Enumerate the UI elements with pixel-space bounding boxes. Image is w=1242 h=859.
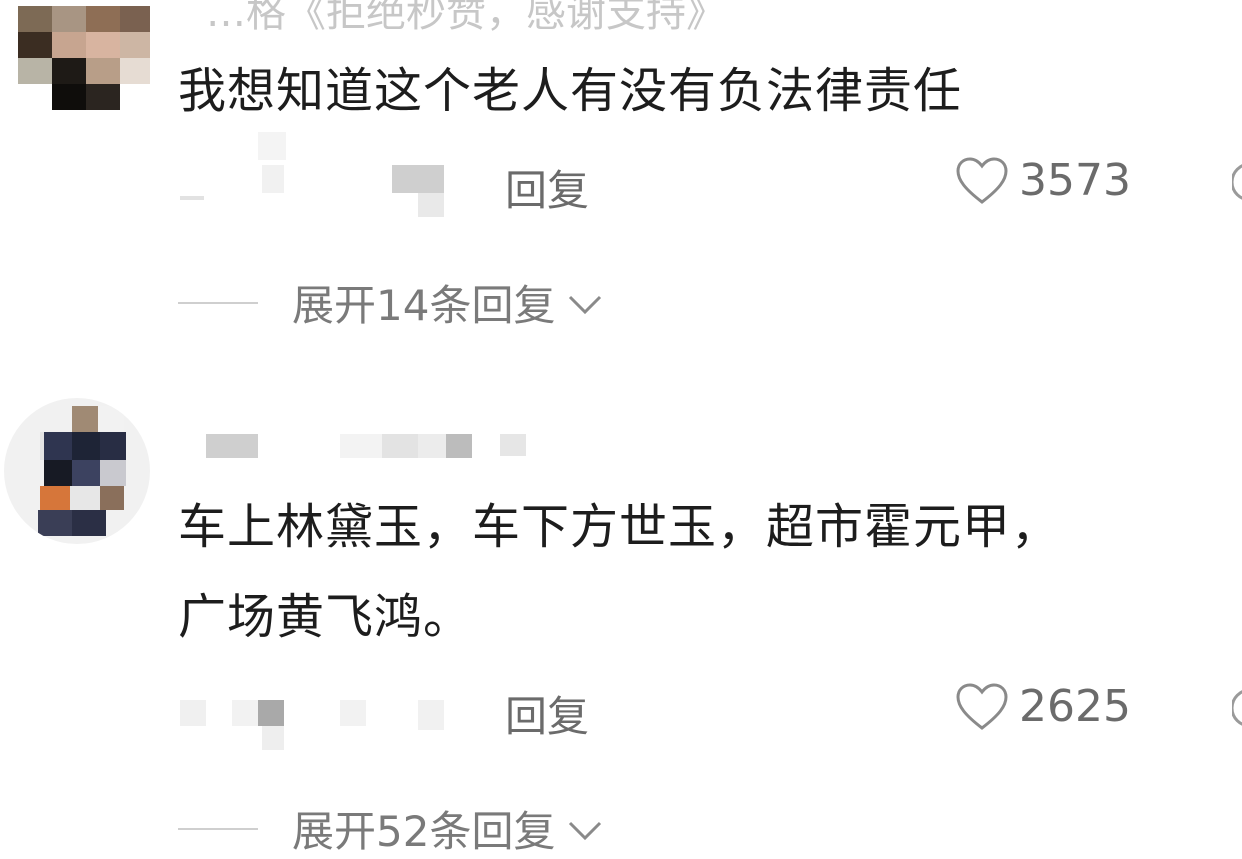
blurred-meta	[180, 700, 206, 726]
blurred-meta	[258, 700, 284, 726]
comment-text-line-2: 广场黄飞鸿。	[178, 589, 473, 645]
blurred-meta	[340, 700, 366, 726]
reply-button[interactable]: 回复	[505, 157, 589, 218]
expand-replies-button[interactable]: 展开14条回复	[178, 272, 603, 333]
blurred-meta	[392, 165, 444, 193]
divider-line	[178, 301, 258, 304]
blurred-meta	[418, 193, 444, 217]
blurred-username	[340, 434, 382, 458]
blurred-meta	[262, 726, 284, 750]
like-button[interactable]: 3573	[955, 155, 1131, 206]
divider-line	[178, 827, 258, 830]
blurred-meta	[418, 700, 444, 730]
blurred-username	[382, 434, 418, 458]
blurred-username	[206, 434, 258, 458]
expand-replies-button[interactable]: 展开52条回复	[178, 798, 603, 859]
comment-text-line-1: 车上林黛玉，车下方世玉，超市霍元甲，	[178, 499, 1061, 555]
reply-button[interactable]: 回复	[505, 683, 589, 744]
more-options-icon[interactable]	[1230, 158, 1242, 206]
blurred-username	[418, 434, 446, 458]
blurred-username	[500, 434, 526, 456]
heart-outline-icon	[955, 156, 1009, 206]
avatar[interactable]	[18, 6, 150, 110]
like-count: 2625	[1019, 681, 1131, 732]
blurred-meta	[258, 132, 286, 160]
previous-comment-fragment: …格《拒绝秒赞，感谢支持》	[206, 0, 726, 36]
blurred-meta	[232, 700, 258, 726]
avatar[interactable]	[4, 398, 150, 544]
like-button[interactable]: 2625	[955, 681, 1131, 732]
heart-outline-icon	[955, 682, 1009, 732]
expand-replies-label: 展开14条回复	[292, 281, 556, 330]
expand-replies-label: 展开52条回复	[292, 807, 556, 856]
chevron-down-icon	[567, 278, 603, 327]
more-options-icon[interactable]	[1230, 684, 1242, 732]
like-count: 3573	[1019, 155, 1131, 206]
blurred-meta	[262, 165, 284, 193]
blurred-meta	[180, 196, 204, 200]
blurred-username	[446, 434, 472, 458]
comment-text: 我想知道这个老人有没有负法律责任	[178, 63, 963, 119]
chevron-down-icon	[567, 804, 603, 853]
